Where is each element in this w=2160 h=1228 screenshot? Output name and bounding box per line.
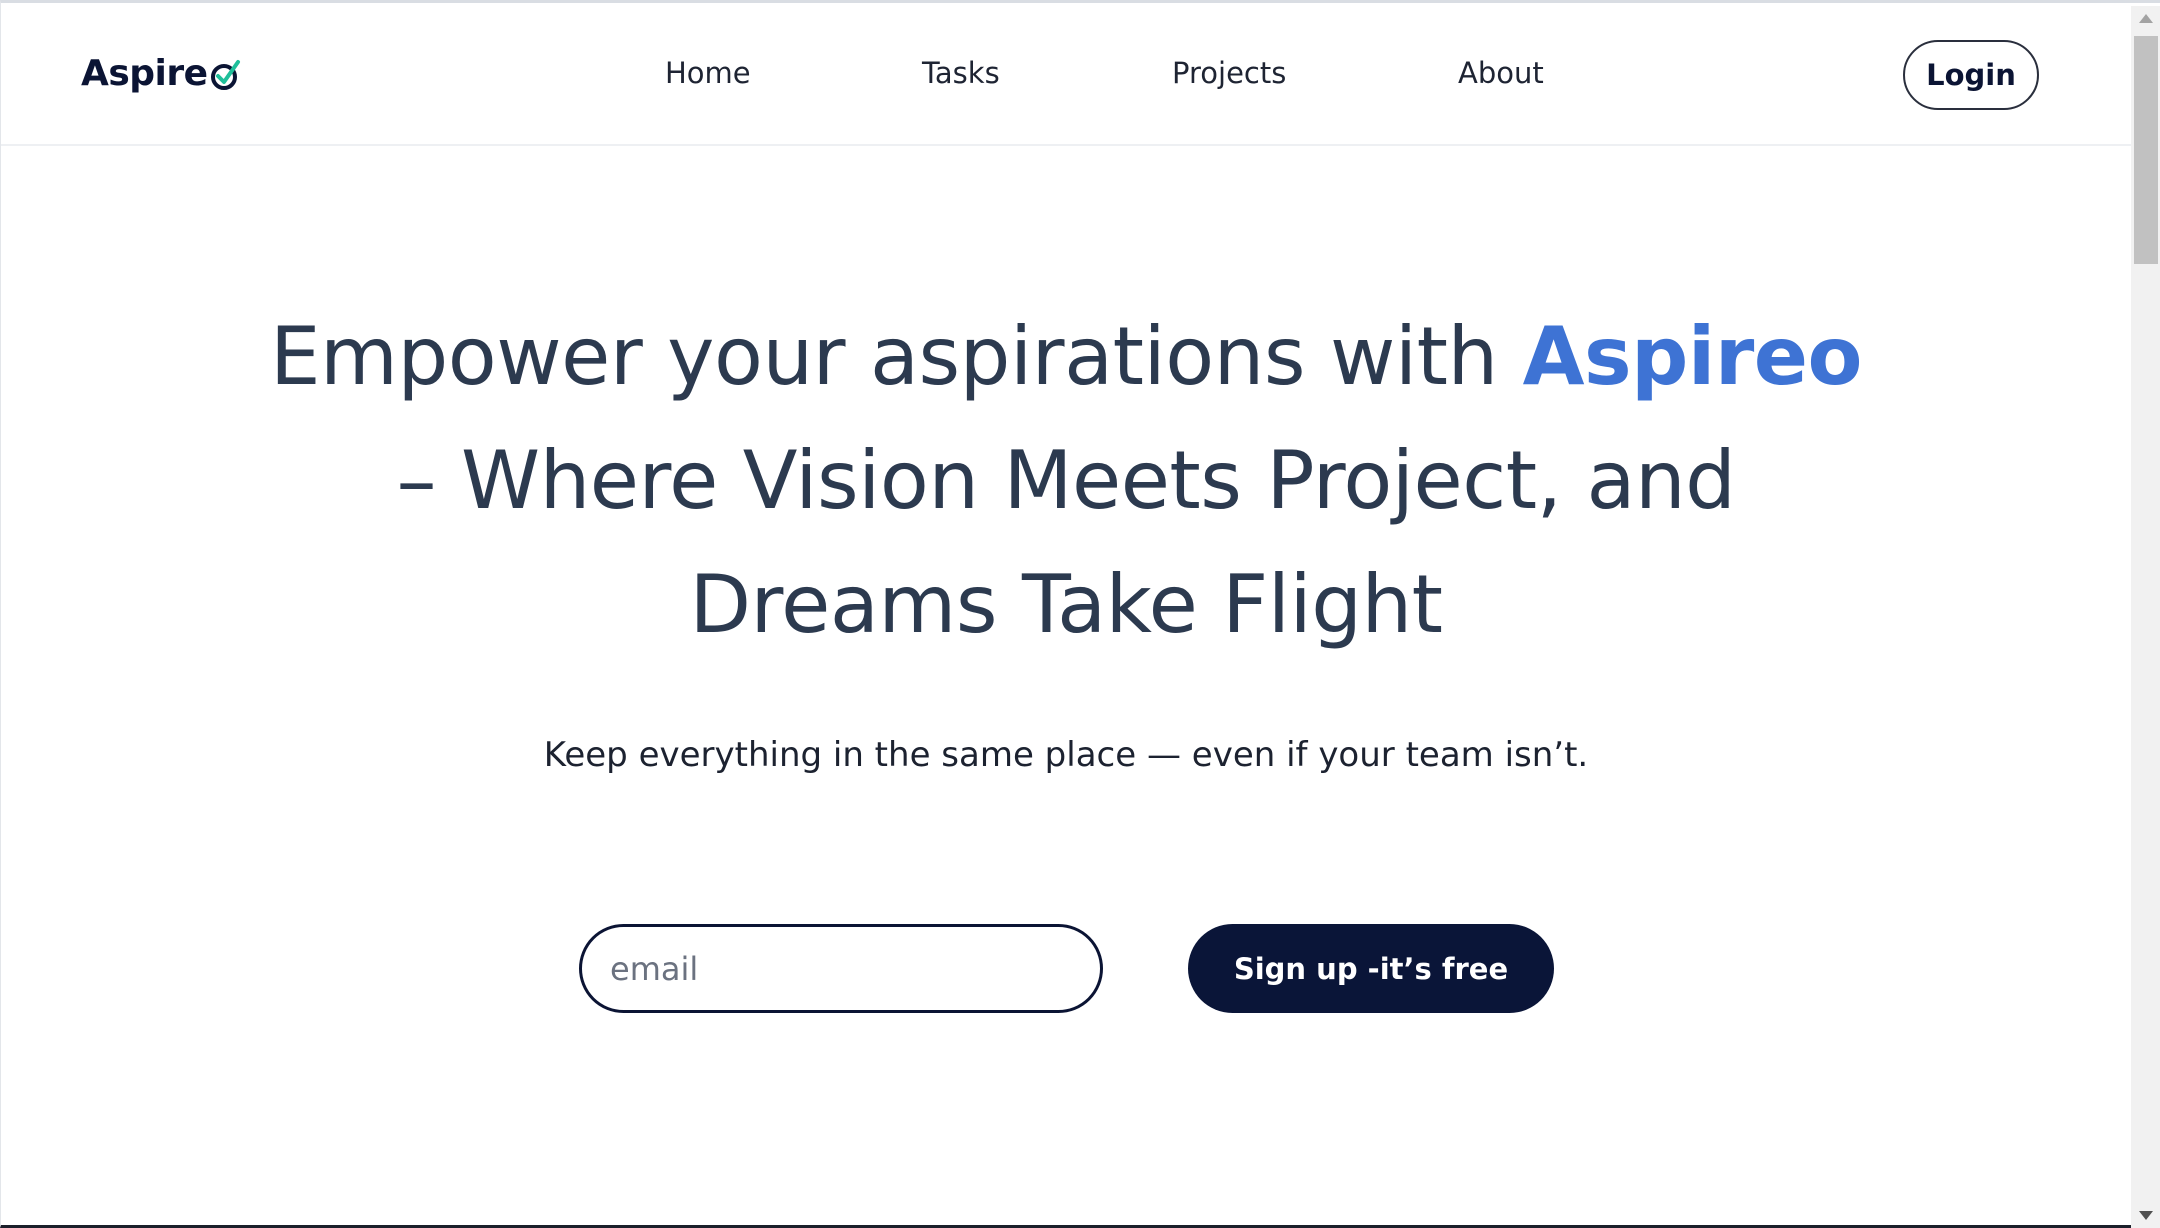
hero-headline-brand: Aspireo <box>1522 310 1863 403</box>
nav-item-about[interactable]: About <box>1458 56 1544 90</box>
nav-item-home[interactable]: Home <box>665 56 751 90</box>
nav-item-tasks[interactable]: Tasks <box>922 56 1000 90</box>
email-input[interactable] <box>579 924 1103 1013</box>
scroll-up-arrow-icon[interactable] <box>2139 14 2153 23</box>
scrollbar-thumb[interactable] <box>2134 36 2158 264</box>
hero-headline-suffix: – Where Vision Meets Project, and Dreams… <box>396 434 1736 651</box>
scroll-down-arrow-icon[interactable] <box>2139 1211 2153 1220</box>
hero-headline: Empower your aspirations with Aspireo – … <box>251 295 1881 667</box>
vertical-scrollbar[interactable] <box>2131 6 2160 1228</box>
top-navbar: Aspire Home Tasks Projects About Login <box>1 3 2131 146</box>
hero-subtitle: Keep everything in the same place — even… <box>543 735 1589 775</box>
signup-button[interactable]: Sign up -it’s free <box>1188 924 1554 1013</box>
browser-viewport: Aspire Home Tasks Projects About Login E… <box>0 0 2160 1228</box>
nav-item-projects[interactable]: Projects <box>1172 56 1286 90</box>
main-nav: Home Tasks Projects About <box>1 3 2131 146</box>
login-button[interactable]: Login <box>1903 40 2039 110</box>
hero-headline-prefix: Empower your aspirations with <box>269 310 1523 403</box>
